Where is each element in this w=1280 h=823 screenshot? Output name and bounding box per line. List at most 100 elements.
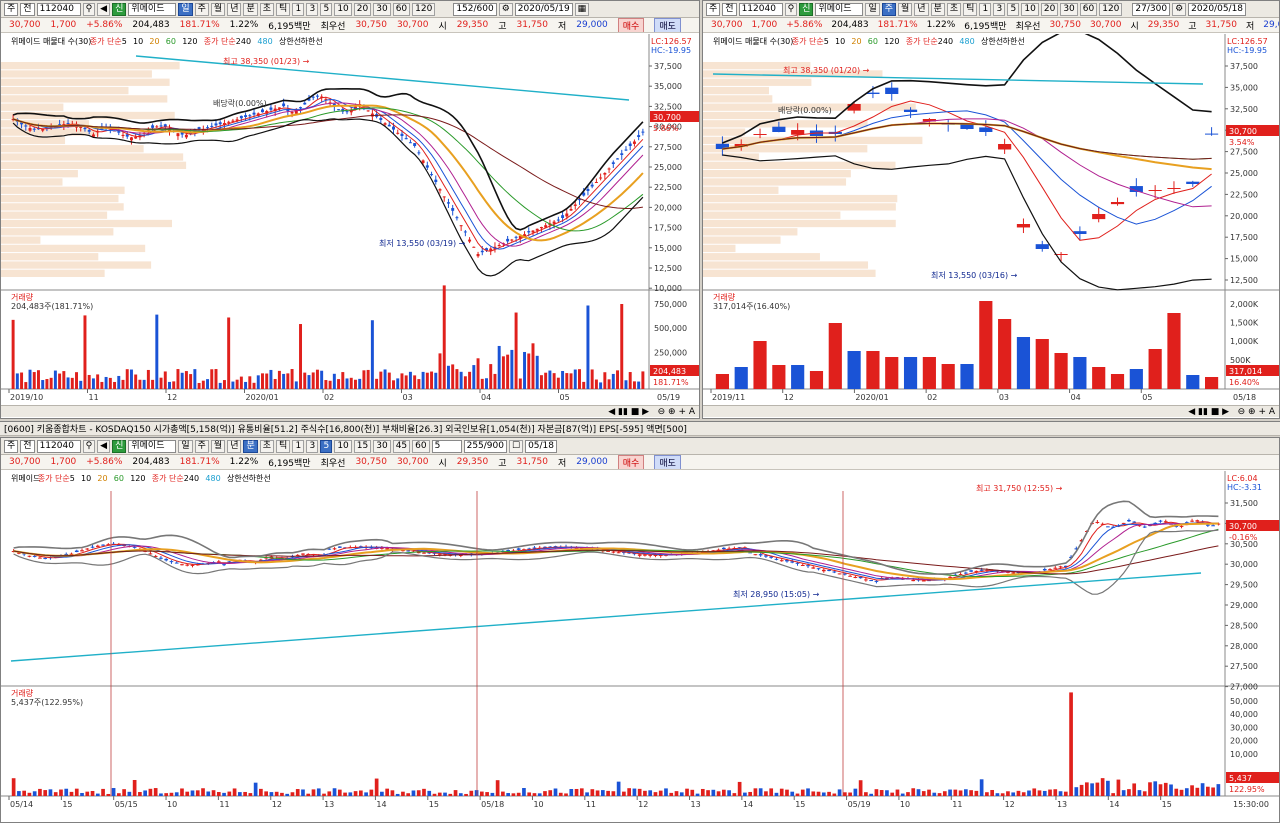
tab-minute[interactable]: 분 (243, 2, 258, 16)
count-input[interactable]: 255/900 (463, 439, 507, 453)
interval-30[interactable]: 30 (373, 439, 391, 453)
tab-tick[interactable]: 틱 (276, 439, 291, 453)
candle (853, 577, 858, 578)
legend-item: 240 (236, 37, 251, 46)
interval-input[interactable]: 5 (431, 439, 462, 453)
tab-second[interactable]: 초 (259, 439, 275, 453)
interval-5[interactable]: 5 (320, 2, 333, 16)
candle (476, 254, 480, 257)
mode-select[interactable]: 주 (4, 439, 19, 453)
interval-20[interactable]: 20 (353, 2, 372, 16)
interval-60[interactable]: 60 (412, 439, 430, 453)
volume-bar (816, 791, 821, 796)
buy-button[interactable]: 매수 (617, 18, 645, 32)
tab-month[interactable]: 월 (210, 2, 226, 16)
code-input[interactable]: 112040 (36, 2, 81, 16)
interval-3[interactable]: 3 (306, 2, 319, 16)
volume-bar (117, 793, 121, 796)
date-input[interactable]: 2020/05/19 (514, 2, 573, 16)
credit-badge: 신 (799, 2, 814, 16)
search-icon[interactable]: ⚲ (82, 2, 96, 16)
code-input[interactable]: 112040 (738, 2, 783, 16)
tab-day[interactable]: 일 (178, 2, 193, 16)
volume-bar (244, 381, 248, 389)
count-input[interactable]: 152/600 (453, 2, 497, 16)
search-icon[interactable]: ⚲ (82, 439, 96, 453)
interval-60[interactable]: 60 (1079, 2, 1098, 16)
left-scroll-bar[interactable]: ◀ ▮▮ ■ ▶ ⊖ ⊕ + A (1, 405, 699, 417)
interval-3[interactable]: 3 (306, 439, 319, 453)
volume-bar (564, 793, 568, 796)
sell-button[interactable]: 매도 (654, 18, 681, 32)
interval-10[interactable]: 10 (334, 2, 352, 16)
tab-week[interactable]: 주 (881, 2, 896, 16)
interval-10[interactable]: 10 (334, 439, 352, 453)
interval-120[interactable]: 120 (1099, 2, 1123, 16)
scroll-controls[interactable]: ◀ ▮▮ ■ ▶ ⊖ ⊕ + A (1188, 407, 1275, 417)
interval-1[interactable]: 1 (979, 2, 992, 16)
settings-icon[interactable]: ⚙ (498, 2, 513, 16)
scroll-controls[interactable]: ◀ ▮▮ ■ ▶ ⊖ ⊕ + A (608, 407, 695, 417)
mode-select[interactable]: 주 (706, 2, 721, 16)
lc-label: LC:126.57 (1227, 37, 1268, 46)
date-input[interactable]: 2020/05/18 (1188, 2, 1247, 16)
interval-45[interactable]: 45 (392, 439, 411, 453)
period-select[interactable]: 전 (20, 2, 35, 16)
right-scroll-bar[interactable]: ◀ ▮▮ ■ ▶ ⊖ ⊕ + A (703, 405, 1279, 417)
prev-icon[interactable]: ◀ (97, 439, 111, 453)
tab-day[interactable]: 일 (178, 439, 193, 453)
candle (556, 219, 560, 221)
volume-ratio: 181.71% (179, 20, 220, 30)
interval-1[interactable]: 1 (292, 439, 305, 453)
period-select[interactable]: 전 (722, 2, 737, 16)
volume-last-label: 317,014 (1229, 367, 1262, 376)
interval-60[interactable]: 60 (392, 2, 411, 16)
calendar-icon[interactable]: ▦ (574, 2, 590, 16)
tab-year[interactable]: 년 (914, 2, 929, 16)
tab-day[interactable]: 일 (865, 2, 880, 16)
tab-week[interactable]: 주 (194, 2, 209, 16)
prev-icon[interactable]: ◀ (97, 2, 111, 16)
tab-second[interactable]: 초 (946, 2, 962, 16)
candle (779, 560, 784, 562)
period-select[interactable]: 전 (20, 439, 35, 453)
volume-bar (514, 312, 518, 389)
interval-5[interactable]: 5 (1007, 2, 1020, 16)
volume-bar (622, 791, 626, 796)
right-price-chart[interactable]: 위메이드 매물대 수(30)종가 단순 5 10 20 60 120 종가 단순 240 480… (703, 34, 1280, 402)
tab-minute[interactable]: 분 (243, 439, 258, 453)
checkbox[interactable]: ☐ (508, 439, 524, 453)
volume-bar (121, 379, 125, 389)
interval-1[interactable]: 1 (292, 2, 305, 16)
tab-month[interactable]: 월 (210, 439, 226, 453)
interval-120[interactable]: 120 (412, 2, 436, 16)
tab-minute[interactable]: 분 (930, 2, 945, 16)
legend-item: 하한선 (249, 473, 271, 483)
left-price-chart[interactable]: 위메이드 매물대 수(30)종가 단순 5 10 20 60 120 종가 단순 240 480… (1, 34, 700, 402)
tab-week[interactable]: 주 (194, 439, 209, 453)
code-input[interactable]: 112040 (36, 439, 81, 453)
tab-year[interactable]: 년 (227, 439, 242, 453)
tab-second[interactable]: 초 (259, 2, 275, 16)
mode-select[interactable]: 주 (4, 2, 19, 16)
interval-20[interactable]: 20 (1040, 2, 1059, 16)
buy-button[interactable]: 매수 (617, 455, 645, 469)
tab-tick[interactable]: 틱 (963, 2, 978, 16)
tab-month[interactable]: 월 (898, 2, 913, 16)
interval-3[interactable]: 3 (993, 2, 1006, 16)
settings-icon[interactable]: ⚙ (1172, 2, 1187, 16)
interval-5[interactable]: 5 (320, 439, 333, 453)
sell-button[interactable]: 매도 (654, 455, 681, 469)
tab-year[interactable]: 년 (227, 2, 242, 16)
interval-30[interactable]: 30 (1060, 2, 1078, 16)
count-input[interactable]: 27/300 (1132, 2, 1171, 16)
date-input[interactable]: 05/18 (525, 439, 557, 453)
bottom-price-chart[interactable]: 위메이드종가 단순 5 10 20 60 120 종가 단순 240 480 상한선 하한선 LC:6… (1, 471, 1280, 823)
interval-10[interactable]: 10 (1021, 2, 1039, 16)
interval-15[interactable]: 15 (353, 439, 372, 453)
volume-profile-bar (1, 136, 66, 145)
interval-30[interactable]: 30 (373, 2, 391, 16)
tab-tick[interactable]: 틱 (276, 2, 291, 16)
volume-bar (624, 380, 628, 389)
search-icon[interactable]: ⚲ (784, 2, 798, 16)
